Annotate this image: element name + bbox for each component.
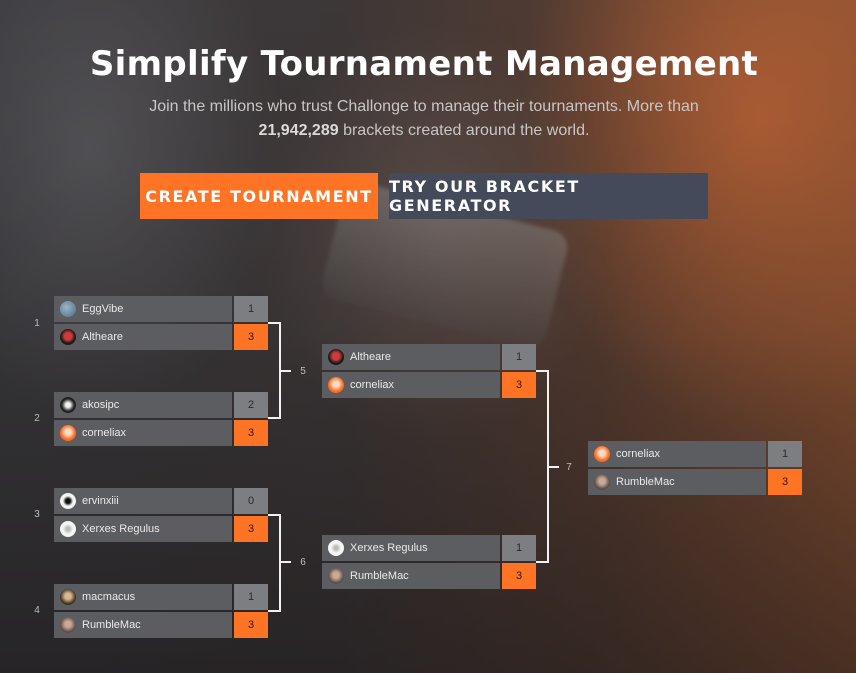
- match-5[interactable]: Altheare 1 corneliax 3: [322, 344, 536, 398]
- altheare-avatar-icon: [60, 329, 76, 345]
- akosipc-avatar-icon: [60, 397, 76, 413]
- match-label: 1: [34, 318, 40, 329]
- match-player-row[interactable]: Xerxes Regulus 3: [54, 516, 268, 542]
- altheare-avatar-icon: [328, 349, 344, 365]
- rumblemac-avatar-icon: [60, 617, 76, 633]
- match-label: 4: [34, 605, 40, 616]
- hero-subtitle: Join the millions who trust Challonge to…: [128, 95, 720, 143]
- player-score: 3: [234, 612, 268, 638]
- player-score: 1: [234, 584, 268, 610]
- subtitle-lead: Join the millions who trust Challonge to…: [149, 98, 699, 115]
- match-player-row[interactable]: RumbleMac 3: [322, 563, 536, 589]
- corneliax-avatar-icon: [594, 446, 610, 462]
- player-name: corneliax: [350, 379, 395, 391]
- match-label: 2: [34, 413, 40, 424]
- player-score: 3: [768, 469, 802, 495]
- match-player-row[interactable]: EggVibe 1: [54, 296, 268, 322]
- match-label: 6: [300, 557, 306, 568]
- player-score: 3: [234, 420, 268, 446]
- match-7[interactable]: corneliax 1 RumbleMac 3: [588, 441, 802, 495]
- macmacus-avatar-icon: [60, 589, 76, 605]
- player-name: akosipc: [82, 399, 120, 411]
- player-name: corneliax: [616, 448, 661, 460]
- player-score: 1: [502, 344, 536, 370]
- match-2[interactable]: akosipc 2 corneliax 3: [54, 392, 268, 446]
- xerxes-avatar-icon: [328, 540, 344, 556]
- match-player-row[interactable]: ervinxiii 0: [54, 488, 268, 514]
- bracket-generator-button[interactable]: TRY OUR BRACKET GENERATOR: [389, 173, 708, 219]
- player-score: 3: [234, 324, 268, 350]
- rumblemac-avatar-icon: [594, 474, 610, 490]
- player-score: 1: [234, 296, 268, 322]
- match-1[interactable]: EggVibe 1 Altheare 3: [54, 296, 268, 350]
- match-player-row[interactable]: corneliax 3: [54, 420, 268, 446]
- match-6[interactable]: Xerxes Regulus 1 RumbleMac 3: [322, 535, 536, 589]
- player-score: 1: [768, 441, 802, 467]
- player-score: 1: [502, 535, 536, 561]
- player-name: Xerxes Regulus: [82, 523, 160, 535]
- corneliax-avatar-icon: [328, 377, 344, 393]
- create-tournament-button[interactable]: CREATE TOURNAMENT: [140, 173, 378, 219]
- match-label: 3: [34, 509, 40, 520]
- player-score: 3: [502, 563, 536, 589]
- match-label: 5: [300, 366, 306, 377]
- player-name: RumbleMac: [616, 476, 675, 488]
- player-name: Xerxes Regulus: [350, 542, 428, 554]
- player-score: 3: [234, 516, 268, 542]
- match-player-row[interactable]: corneliax 1: [588, 441, 802, 467]
- player-score: 2: [234, 392, 268, 418]
- match-player-row[interactable]: RumbleMac 3: [54, 612, 268, 638]
- match-player-row[interactable]: macmacus 1: [54, 584, 268, 610]
- ervinxiii-avatar-icon: [60, 493, 76, 509]
- player-name: corneliax: [82, 427, 127, 439]
- player-name: Altheare: [82, 331, 123, 343]
- match-3[interactable]: ervinxiii 0 Xerxes Regulus 3: [54, 488, 268, 542]
- xerxes-avatar-icon: [60, 521, 76, 537]
- match-player-row[interactable]: Altheare 3: [54, 324, 268, 350]
- player-name: macmacus: [82, 591, 136, 603]
- match-label: 7: [566, 462, 572, 473]
- corneliax-avatar-icon: [60, 425, 76, 441]
- player-name: EggVibe: [82, 303, 124, 315]
- bracket-count: 21,942,289: [258, 122, 339, 139]
- match-4[interactable]: macmacus 1 RumbleMac 3: [54, 584, 268, 638]
- subtitle-tail: brackets created around the world.: [343, 122, 590, 139]
- player-name: Altheare: [350, 351, 391, 363]
- hero-title: Simplify Tournament Management: [89, 44, 759, 84]
- match-player-row[interactable]: RumbleMac 3: [588, 469, 802, 495]
- match-player-row[interactable]: corneliax 3: [322, 372, 536, 398]
- player-score: 0: [234, 488, 268, 514]
- eggvibe-avatar-icon: [60, 301, 76, 317]
- player-name: RumbleMac: [82, 619, 141, 631]
- player-name: RumbleMac: [350, 570, 409, 582]
- match-player-row[interactable]: Xerxes Regulus 1: [322, 535, 536, 561]
- rumblemac-avatar-icon: [328, 568, 344, 584]
- match-player-row[interactable]: Altheare 1: [322, 344, 536, 370]
- player-name: ervinxiii: [82, 495, 119, 507]
- match-player-row[interactable]: akosipc 2: [54, 392, 268, 418]
- player-score: 3: [502, 372, 536, 398]
